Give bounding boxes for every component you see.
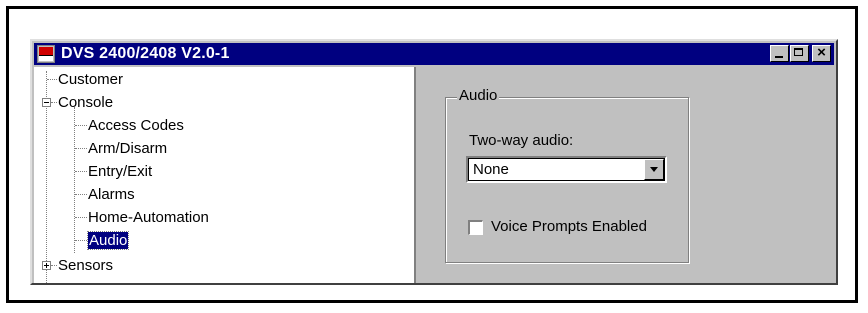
expand-icon[interactable] — [42, 261, 51, 270]
tree-line — [51, 102, 57, 103]
tree-item-label: Alarms — [88, 186, 135, 203]
tree-item-entry-exit[interactable]: Entry/Exit — [88, 160, 152, 183]
chevron-down-icon — [650, 167, 658, 172]
tree-line — [75, 171, 87, 172]
tree-item-arm-disarm[interactable]: Arm/Disarm — [88, 137, 167, 160]
voice-prompts-checkbox[interactable] — [468, 220, 483, 235]
tree-item-home-automation[interactable]: Home-Automation — [88, 206, 209, 229]
tree-line — [75, 194, 87, 195]
close-icon: × — [817, 44, 826, 61]
two-way-audio-value: None — [473, 161, 509, 178]
tree-line — [47, 79, 57, 80]
audio-group: Audio Two-way audio: None Voice Prompts … — [445, 87, 689, 263]
tree-item-sensors[interactable]: Sensors — [58, 254, 113, 277]
two-way-audio-select[interactable]: None — [466, 156, 667, 183]
tree-item-customer[interactable]: Customer — [58, 68, 123, 91]
tree-item-label: Customer — [58, 71, 124, 88]
app-logo-icon — [37, 45, 55, 63]
tree-line — [75, 148, 87, 149]
window-controls: × — [770, 44, 831, 62]
tree-item-label: Access Codes — [88, 117, 184, 134]
tree-line — [51, 265, 57, 266]
two-way-audio-label: Two-way audio: — [469, 132, 574, 149]
tree-item-label: Sensors — [58, 257, 114, 274]
title-bar[interactable]: DVS 2400/2408 V2.0-1 × — [34, 43, 834, 65]
maximize-button[interactable] — [790, 45, 809, 62]
minimize-button[interactable] — [770, 45, 789, 62]
tree-item-label: Home-Automation — [88, 209, 209, 226]
close-button[interactable]: × — [812, 44, 831, 62]
tree-item-label: Arm/Disarm — [88, 140, 168, 157]
settings-tree[interactable]: Customer Console Access Codes Arm/Disarm… — [34, 67, 416, 283]
collapse-icon[interactable] — [42, 98, 51, 107]
window-title: DVS 2400/2408 V2.0-1 — [61, 45, 230, 62]
tree-line — [75, 240, 87, 241]
voice-prompts-label[interactable]: Voice Prompts Enabled — [491, 218, 647, 235]
tree-item-label: Console — [58, 94, 114, 111]
tree-line — [75, 125, 87, 126]
maximize-icon — [794, 48, 803, 56]
minimize-icon — [775, 56, 783, 58]
dropdown-button[interactable] — [644, 159, 664, 180]
tree-item-access-codes[interactable]: Access Codes — [88, 114, 184, 137]
app-window: DVS 2400/2408 V2.0-1 × Customer Console … — [30, 39, 838, 285]
tree-item-alarms[interactable]: Alarms — [88, 183, 135, 206]
tree-item-console[interactable]: Console — [58, 91, 113, 114]
tree-item-audio[interactable]: Audio — [86, 229, 130, 252]
tree-item-label: Entry/Exit — [88, 163, 153, 180]
tree-line — [75, 217, 87, 218]
tree-item-label: Audio — [86, 231, 130, 250]
audio-settings-panel: Audio Two-way audio: None Voice Prompts … — [416, 67, 836, 283]
tree-line-console — [74, 107, 75, 253]
group-title: Audio — [457, 87, 500, 104]
